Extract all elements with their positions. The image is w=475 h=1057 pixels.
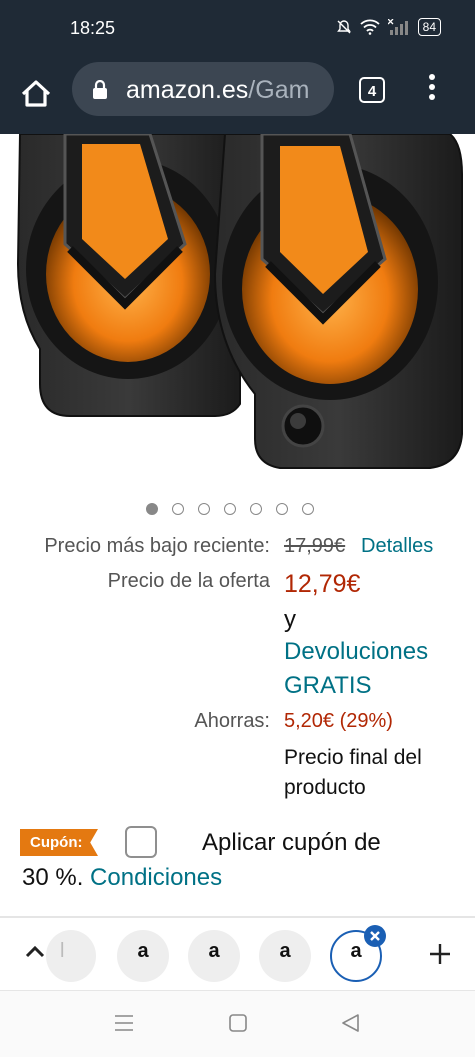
address-bar[interactable]: amazon.es/Gam [72,62,334,116]
back-icon[interactable] [340,1013,360,1033]
tab-switcher-button[interactable]: 4 [359,77,385,103]
url-path: /Gam [248,76,310,104]
recent-low-price: 17,99€ [284,535,346,557]
tab-thumbnail-partial[interactable]: l [46,930,96,982]
tab-partial-glyph: l [60,940,65,962]
browser-toolbar: amazon.es/Gam 4 [0,58,475,134]
carousel-dot[interactable] [198,503,210,515]
conjunction-text: y [284,606,296,633]
coupon-text-line1: Aplicar cupón de [202,829,381,856]
battery-indicator: 84 [417,18,441,36]
coupon-badge: Cupón: [20,829,98,856]
tab-thumbnail[interactable]: a [259,930,311,982]
tab-thumbnail[interactable]: a [117,930,169,982]
home-icon [21,80,51,107]
url-text: amazon.es/Gam [126,76,309,105]
free-returns-link-line2[interactable]: GRATIS [284,672,372,700]
tab-strip: l a a a a [0,918,475,990]
savings-label: Ahorras: [194,710,270,732]
savings-value: 5,20€ (29%) [284,710,393,732]
product-image[interactable] [0,134,475,484]
close-icon [370,931,380,941]
menu-dot [429,94,435,100]
wifi-icon [360,19,380,35]
chevron-up-icon[interactable] [24,944,46,960]
recent-apps-icon[interactable] [114,1013,134,1033]
final-price-note-line1: Precio final del [284,746,422,769]
menu-dot [429,84,435,90]
close-tab-button[interactable] [364,925,386,947]
menu-dot [429,74,435,80]
carousel-dot[interactable] [250,503,262,515]
status-icons: 84 [336,18,441,36]
coupon-text-line2: 30 %. Condiciones [22,864,222,892]
final-price-note-line2: producto [284,776,366,799]
new-tab-plus-icon[interactable] [428,942,452,966]
mute-bell-icon [336,20,351,34]
coupon-percent: 30 %. [22,864,84,891]
tab-thumbnail[interactable]: a [188,930,240,982]
home-nav-icon[interactable] [228,1013,248,1033]
system-navigation-bar [0,990,475,1057]
recent-low-price-label: Precio más bajo reciente: [44,535,270,557]
url-domain: amazon.es [126,76,249,104]
coupon-checkbox[interactable] [125,826,157,858]
carousel-dot-active[interactable] [146,503,158,515]
coupon-conditions-link[interactable]: Condiciones [90,864,222,891]
offer-price: 12,79€ [284,570,361,598]
status-bar: 18:25 84 [0,0,475,58]
lock-icon [93,80,107,99]
status-time: 18:25 [70,18,116,38]
carousel-dot[interactable] [276,503,288,515]
speakers-illustration [16,134,463,469]
carousel-dot[interactable] [172,503,184,515]
carousel-dot[interactable] [224,503,236,515]
home-button[interactable] [18,76,54,112]
carousel-indicator [146,503,314,515]
amazon-logo-icon: a [208,940,220,962]
overflow-menu-button[interactable] [424,74,440,108]
free-returns-link-line1[interactable]: Devoluciones [284,638,428,666]
carousel-dot[interactable] [302,503,314,515]
details-link[interactable]: Detalles [361,535,433,558]
signal-icon [387,19,408,35]
amazon-logo-icon: a [137,940,149,962]
offer-price-label: Precio de la oferta [107,570,270,592]
amazon-logo-icon: a [279,940,291,962]
